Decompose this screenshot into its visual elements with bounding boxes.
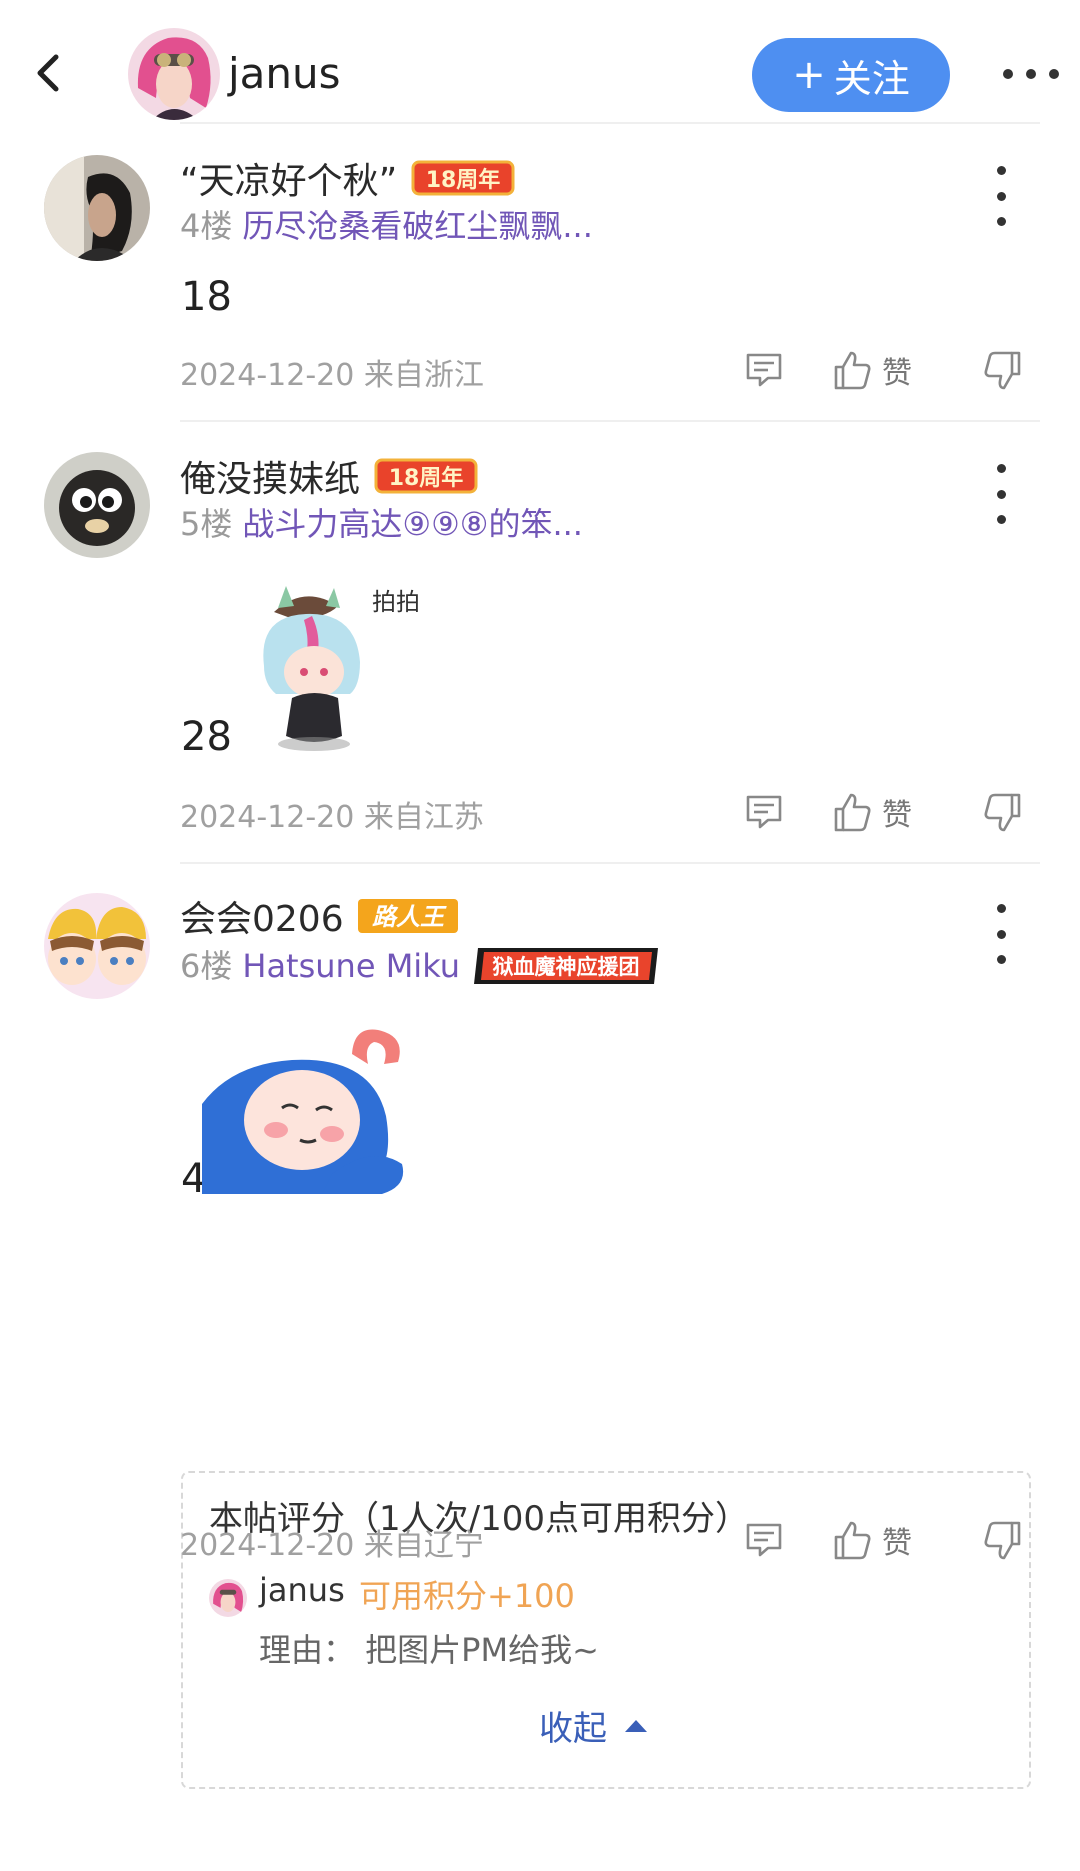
level-badge: 路人王 bbox=[356, 895, 460, 937]
floor-number: 4楼 bbox=[180, 207, 233, 245]
avatar[interactable] bbox=[44, 155, 150, 261]
avatar-image bbox=[209, 1579, 247, 1617]
dot bbox=[996, 489, 1006, 499]
dot bbox=[996, 191, 1006, 201]
collapse-button[interactable]: 收起 bbox=[539, 1701, 647, 1750]
group-badge: 狱血魔神应援团 bbox=[474, 944, 662, 988]
floor-number: 6楼 bbox=[180, 947, 233, 985]
post-menu-button[interactable] bbox=[986, 166, 1016, 226]
sticker-chibi: 拍拍 bbox=[256, 576, 436, 760]
anniversary-badge: 18周年 bbox=[409, 158, 517, 198]
dot bbox=[1026, 69, 1036, 79]
comment-icon bbox=[746, 1523, 782, 1557]
avatar-image bbox=[128, 28, 220, 120]
avatar-image bbox=[44, 893, 150, 999]
sticker-blue-creature bbox=[202, 1024, 414, 1200]
post-meta: 2024-12-20 来自江苏 bbox=[180, 800, 484, 835]
badge-text: 18周年 bbox=[389, 465, 464, 491]
username[interactable]: “天凉好个秋” bbox=[180, 152, 397, 204]
dot bbox=[996, 515, 1006, 524]
like-label: 赞 bbox=[882, 356, 912, 391]
divider bbox=[180, 122, 1040, 124]
anniversary-badge: 18周年 bbox=[372, 456, 480, 496]
badge-text: 路人王 bbox=[372, 903, 447, 931]
username[interactable]: 俺没摸妹纸 bbox=[180, 450, 360, 502]
badge-text: 狱血魔神应援团 bbox=[493, 955, 640, 979]
thumbs-up-icon bbox=[834, 793, 871, 832]
username[interactable]: 会会0206 bbox=[180, 890, 344, 942]
more-vertical-icon bbox=[996, 904, 1006, 913]
dislike-button[interactable] bbox=[983, 1520, 1023, 1562]
dot bbox=[996, 955, 1006, 964]
more-options-button[interactable] bbox=[1003, 56, 1059, 92]
like-label: 赞 bbox=[882, 798, 912, 833]
caret-up-icon bbox=[625, 1719, 647, 1732]
more-vertical-icon bbox=[996, 166, 1006, 175]
rater-avatar[interactable] bbox=[209, 1579, 247, 1617]
avatar[interactable] bbox=[44, 893, 150, 999]
comment-icon bbox=[746, 353, 782, 387]
author-name[interactable]: janus bbox=[228, 44, 341, 104]
more-horizontal-icon bbox=[1003, 69, 1013, 79]
thumbs-up-icon bbox=[834, 351, 871, 390]
sticker-image: 拍拍 bbox=[263, 586, 420, 751]
dislike-button[interactable] bbox=[983, 350, 1023, 392]
post-content: 28 bbox=[181, 714, 232, 760]
author-avatar[interactable] bbox=[128, 28, 220, 120]
plus-icon: + bbox=[792, 52, 826, 98]
post-menu-button[interactable] bbox=[986, 464, 1016, 524]
rating-score: 可用积分+100 bbox=[359, 1577, 575, 1615]
more-vertical-icon bbox=[996, 464, 1006, 473]
sticker-image bbox=[202, 1029, 404, 1194]
comment-button[interactable] bbox=[744, 350, 784, 390]
dot bbox=[1049, 69, 1059, 79]
back-button[interactable] bbox=[28, 45, 76, 101]
user-title: Hatsune Miku bbox=[242, 947, 461, 985]
follow-button[interactable]: + 关注 bbox=[752, 38, 950, 112]
post-menu-button[interactable] bbox=[986, 904, 1016, 964]
like-label: 赞 bbox=[882, 1526, 912, 1561]
like-button[interactable]: 赞 bbox=[832, 348, 912, 392]
divider bbox=[180, 420, 1040, 422]
collapse-label: 收起 bbox=[539, 1709, 607, 1749]
thumbs-down-icon bbox=[984, 1521, 1021, 1560]
like-button[interactable]: 赞 bbox=[832, 790, 912, 834]
avatar-image bbox=[44, 155, 150, 261]
comment-button[interactable] bbox=[744, 1520, 784, 1560]
user-title: 历尽沧桑看破红尘飘飘... bbox=[242, 207, 593, 245]
thumbs-down-icon bbox=[984, 351, 1021, 390]
dot bbox=[996, 929, 1006, 939]
comment-button[interactable] bbox=[744, 792, 784, 832]
user-title: 战斗力高达⑨⑨⑧的笨... bbox=[242, 505, 583, 543]
avatar-image bbox=[44, 452, 150, 558]
post-content: 18 bbox=[181, 274, 232, 320]
post-meta: 2024-12-20 来自浙江 bbox=[180, 358, 484, 393]
comment-icon bbox=[746, 795, 782, 829]
dislike-button[interactable] bbox=[983, 792, 1023, 834]
post-meta: 2024-12-20 来自辽宁 bbox=[180, 1528, 484, 1563]
floor-number: 5楼 bbox=[180, 505, 233, 543]
like-button[interactable]: 赞 bbox=[832, 1518, 912, 1562]
dot bbox=[996, 217, 1006, 226]
top-bar: janus + 关注 bbox=[0, 0, 1080, 148]
sticker-text: 拍拍 bbox=[372, 588, 420, 616]
avatar[interactable] bbox=[44, 452, 150, 558]
badge-text: 18周年 bbox=[426, 167, 501, 193]
rating-reason: 理由： 把图片PM给我~ bbox=[259, 1631, 599, 1669]
thumbs-up-icon bbox=[834, 1521, 871, 1560]
divider bbox=[180, 862, 1040, 864]
rater-name[interactable]: janus bbox=[259, 1571, 345, 1609]
chevron-left-icon bbox=[37, 54, 59, 92]
thumbs-down-icon bbox=[984, 793, 1021, 832]
follow-label: 关注 bbox=[833, 56, 910, 101]
